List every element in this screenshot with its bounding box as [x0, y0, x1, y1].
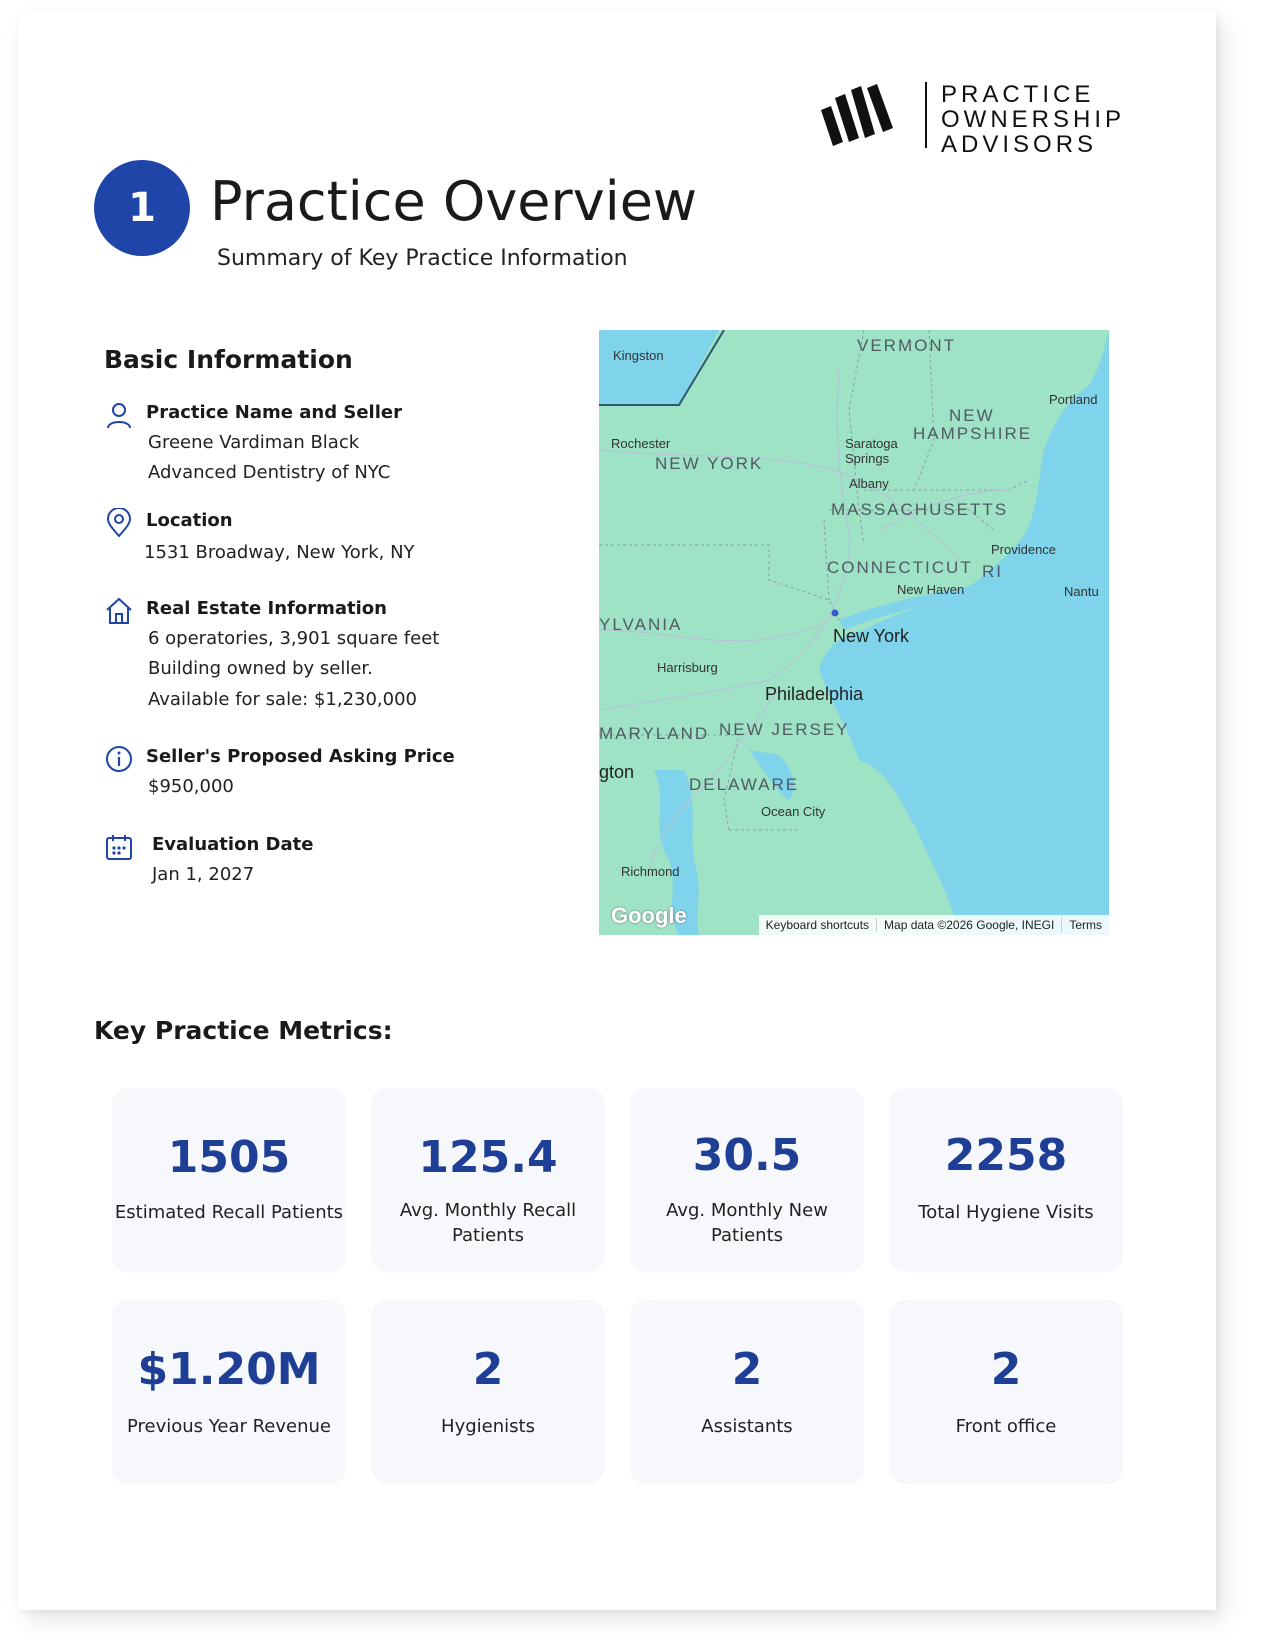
metrics-heading: Key Practice Metrics: — [94, 1016, 393, 1045]
map-state-label: HAMPSHIRE — [913, 424, 1033, 443]
section-number-badge: 1 — [94, 160, 190, 256]
page-subtitle: Summary of Key Practice Information — [217, 246, 628, 271]
brand-name: PRACTICE OWNERSHIP ADVISORS — [941, 82, 1125, 157]
map-city-label: gton — [599, 762, 635, 782]
map-state-label: YLVANIA — [599, 615, 683, 634]
basic-info-heading: Basic Information — [104, 345, 353, 374]
map-data-attribution: Map data ©2026 Google, INEGI — [876, 918, 1061, 932]
map-city-label: Nantu — [1064, 584, 1099, 599]
person-icon — [107, 403, 131, 429]
map-state-label: DELAWARE — [689, 775, 800, 794]
metric-caption: Estimated Recall Patients — [114, 1202, 344, 1223]
info-value: Advanced Dentistry of NYC — [148, 462, 391, 483]
info-value: 6 operatories, 3,901 square feet — [148, 628, 440, 649]
info-label: Evaluation Date — [152, 834, 314, 855]
map-city-label: New York — [833, 626, 910, 646]
info-value: 1531 Broadway, New York, NY — [144, 542, 415, 563]
map-state-label: MASSACHUSETTS — [831, 500, 1009, 519]
map-city-label: Harrisburg — [657, 660, 718, 675]
metric-value: $1.20M — [137, 1344, 321, 1395]
info-label: Real Estate Information — [146, 598, 387, 619]
map-city-label: Saratoga — [845, 436, 898, 451]
brand-line-2: OWNERSHIP — [941, 106, 1126, 133]
metric-caption: Front office — [955, 1416, 1057, 1437]
brand-line-3: ADVISORS — [941, 131, 1098, 158]
terms-link[interactable]: Terms — [1061, 918, 1109, 932]
calendar-icon — [106, 835, 132, 860]
map-city-label: Richmond — [621, 864, 680, 879]
map-city-label: Ocean City — [761, 804, 826, 819]
metric-caption: Avg. Monthly New Patients — [666, 1200, 828, 1246]
keyboard-shortcuts-link[interactable]: Keyboard shortcuts — [759, 918, 876, 932]
map-city-label: Springs — [845, 451, 890, 466]
metric-value: 1505 — [167, 1132, 291, 1183]
metric-card: 2 Assistants — [630, 1300, 864, 1484]
map-city-label: Providence — [991, 542, 1057, 557]
info-icon — [106, 746, 132, 772]
map-city-label: Albany — [849, 476, 889, 491]
brand-line-1: PRACTICE — [941, 81, 1095, 108]
brand-logo: PRACTICE OWNERSHIP ADVISORS — [817, 70, 1121, 157]
logo-divider — [925, 82, 927, 148]
house-icon — [106, 597, 132, 624]
metric-value: 2 — [472, 1344, 504, 1395]
location-map[interactable]: VERMONT NEW HAMPSHIRE NEW YORK MASSACHUS… — [599, 330, 1109, 935]
metric-caption: Assistants — [701, 1416, 793, 1437]
metric-card: 2258 Total Hygiene Visits — [889, 1088, 1123, 1272]
location-pin-icon — [106, 508, 132, 538]
metric-caption: Hygienists — [441, 1416, 535, 1437]
metric-card: 1505 Estimated Recall Patients — [112, 1088, 346, 1272]
map-state-label: CONNECTICUT — [827, 558, 973, 577]
map-state-label: RI — [982, 562, 1003, 581]
page-title: Practice Overview — [210, 170, 698, 233]
metric-card: 30.5 Avg. Monthly New Patients — [630, 1088, 864, 1272]
info-label: Location — [146, 510, 233, 531]
metric-value: 125.4 — [418, 1132, 558, 1183]
info-value: Greene Vardiman Black — [148, 432, 360, 453]
info-value: Available for sale: $1,230,000 — [148, 689, 417, 710]
metric-value: 2 — [731, 1344, 763, 1395]
info-value: $950,000 — [148, 776, 234, 797]
google-logo: Google — [611, 903, 687, 928]
info-value: Jan 1, 2027 — [152, 864, 255, 885]
map-city-label: Rochester — [611, 436, 671, 451]
metric-card: 125.4 Avg. Monthly Recall Patients — [371, 1088, 605, 1272]
map-footer: Keyboard shortcuts Map data ©2026 Google… — [758, 915, 1109, 935]
metric-value: 2 — [990, 1344, 1022, 1395]
metric-caption: Previous Year Revenue — [126, 1416, 331, 1437]
map-state-label: NEW JERSEY — [719, 720, 850, 739]
map-city-label: Philadelphia — [765, 684, 864, 704]
map-state-label: VERMONT — [857, 336, 956, 355]
metric-card: 2 Front office — [889, 1300, 1123, 1484]
info-value: Building owned by seller. — [148, 658, 373, 679]
map-state-label: NEW YORK — [655, 454, 764, 473]
map-city-label: Portland — [1049, 392, 1098, 407]
metric-caption: Total Hygiene Visits — [918, 1202, 1094, 1223]
metric-caption: Avg. Monthly Recall Patients — [399, 1200, 577, 1246]
map-city-label: New Haven — [897, 582, 965, 597]
metric-value: 2258 — [944, 1130, 1068, 1181]
map-state-label: NEW — [949, 406, 995, 425]
metric-card: $1.20M Previous Year Revenue — [112, 1300, 346, 1484]
metric-value: 30.5 — [692, 1130, 802, 1181]
info-label: Seller's Proposed Asking Price — [146, 746, 455, 767]
metric-card: 2 Hygienists — [371, 1300, 605, 1484]
info-label: Practice Name and Seller — [146, 402, 402, 423]
logo-stripes-icon — [821, 84, 893, 146]
map-city-label: Kingston — [613, 348, 664, 363]
map-state-label: MARYLAND — [599, 724, 710, 743]
